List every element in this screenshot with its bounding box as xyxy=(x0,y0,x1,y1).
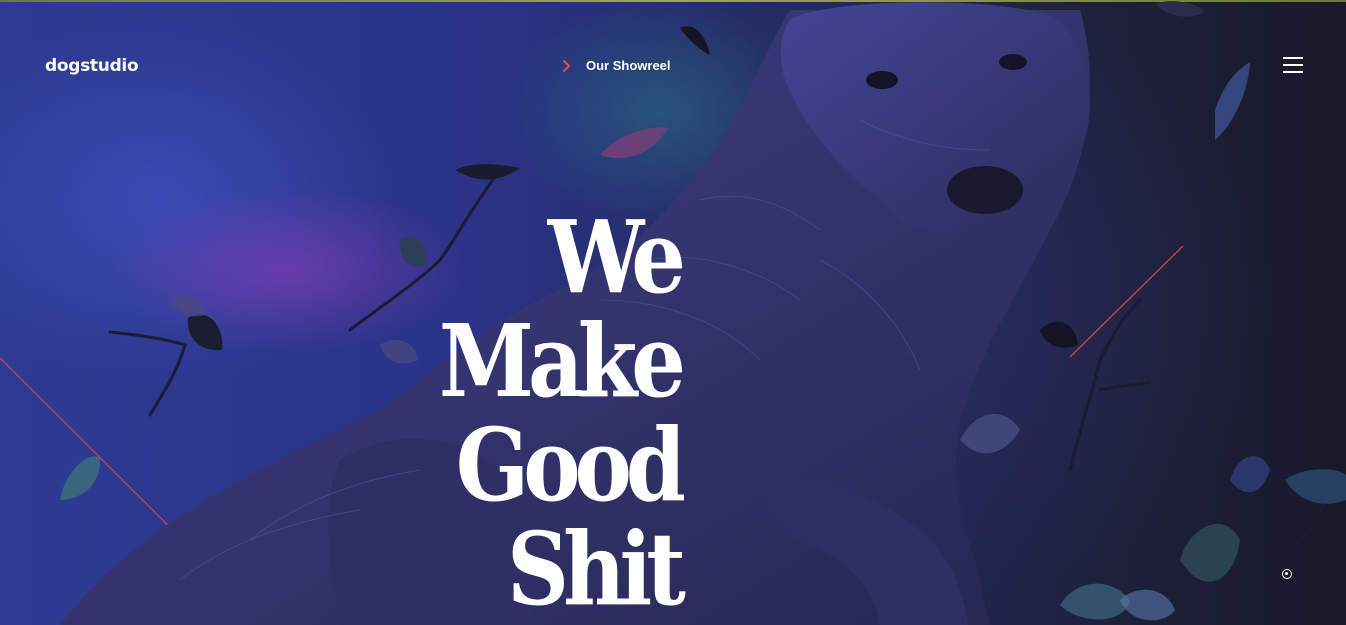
hero-headline: We Make Good Shit xyxy=(380,198,686,625)
brand-logo[interactable]: dogstudio xyxy=(45,56,139,76)
leaf-blue-edge xyxy=(1285,469,1346,504)
leaf-blue-bottom xyxy=(1120,589,1175,621)
showreel-link[interactable]: Our Showreel xyxy=(562,58,671,73)
leaf-maple-pale xyxy=(960,413,1020,454)
headline-line-3: Good xyxy=(455,406,686,524)
headline-line-4: Shit xyxy=(507,510,686,625)
leaf-dark-left xyxy=(187,314,223,351)
leaf-maple-dark xyxy=(1040,321,1078,348)
dog-eye-left xyxy=(866,71,898,89)
leaf-pink xyxy=(600,127,668,159)
leaf-muted-left xyxy=(170,295,205,317)
headline-line-1: We xyxy=(547,198,686,316)
scroll-indicator-dot[interactable] xyxy=(1282,569,1292,579)
leaf-teal-left xyxy=(60,456,101,500)
headline-line-2: Make xyxy=(438,302,686,420)
hamburger-menu-icon[interactable] xyxy=(1283,57,1305,75)
leaf-teal-right xyxy=(1180,523,1240,582)
leaf-top-right xyxy=(1155,1,1205,17)
showreel-label: Our Showreel xyxy=(586,58,671,73)
leaf-teal-bottom xyxy=(1060,583,1130,620)
leaf-blue-small xyxy=(1230,456,1270,493)
dog-nose xyxy=(947,166,1023,214)
hero-stage: dogstudio Our Showreel We Make Good Shit xyxy=(0,0,1346,625)
leaf-branch-2 xyxy=(455,164,520,180)
leaf-blue-right xyxy=(1215,62,1250,140)
red-line-right xyxy=(1069,245,1184,358)
leaf-dark-top xyxy=(680,26,710,55)
chevron-right-icon xyxy=(562,59,571,72)
dog-eye-right xyxy=(999,54,1027,70)
